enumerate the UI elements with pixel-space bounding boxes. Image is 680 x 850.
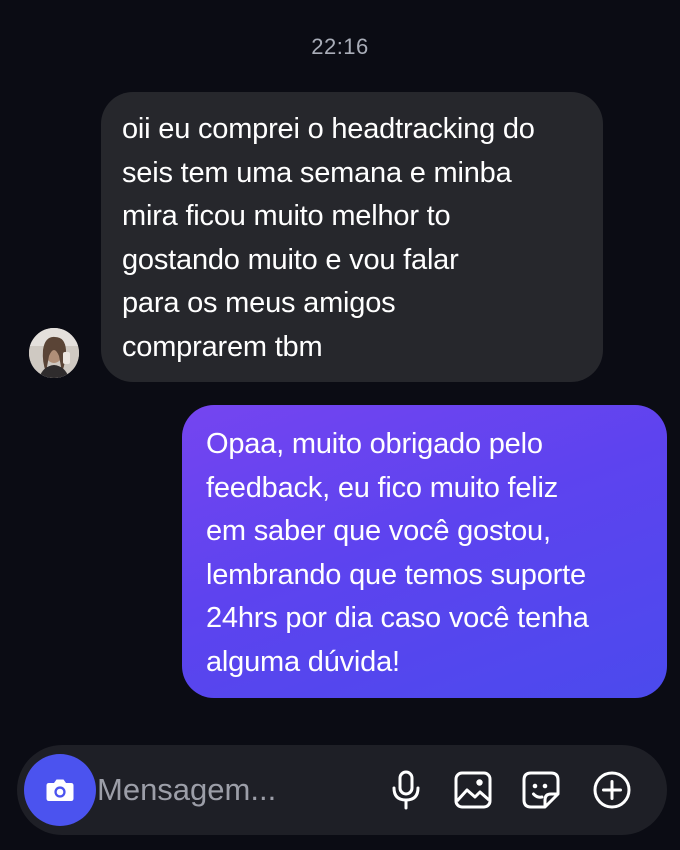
microphone-icon xyxy=(392,770,420,810)
camera-button[interactable] xyxy=(24,754,96,826)
gallery-button[interactable] xyxy=(450,767,496,813)
sticker-button[interactable] xyxy=(518,767,564,813)
message-input[interactable] xyxy=(97,767,377,813)
plus-circle-icon xyxy=(593,771,631,809)
message-timestamp: 22:16 xyxy=(311,34,369,59)
received-message-bubble[interactable]: oii eu comprei o headtracking do seis te… xyxy=(101,92,603,382)
contact-avatar[interactable] xyxy=(29,328,79,378)
more-options-button[interactable] xyxy=(589,767,635,813)
gallery-icon xyxy=(454,771,492,809)
sticker-icon xyxy=(522,771,560,809)
sent-message-bubble[interactable]: Opaa, muito obrigado pelo feedback, eu f… xyxy=(182,405,667,698)
camera-icon xyxy=(46,779,74,801)
message-composer xyxy=(17,745,667,835)
microphone-button[interactable] xyxy=(383,767,429,813)
contact-avatar-image xyxy=(29,328,79,378)
